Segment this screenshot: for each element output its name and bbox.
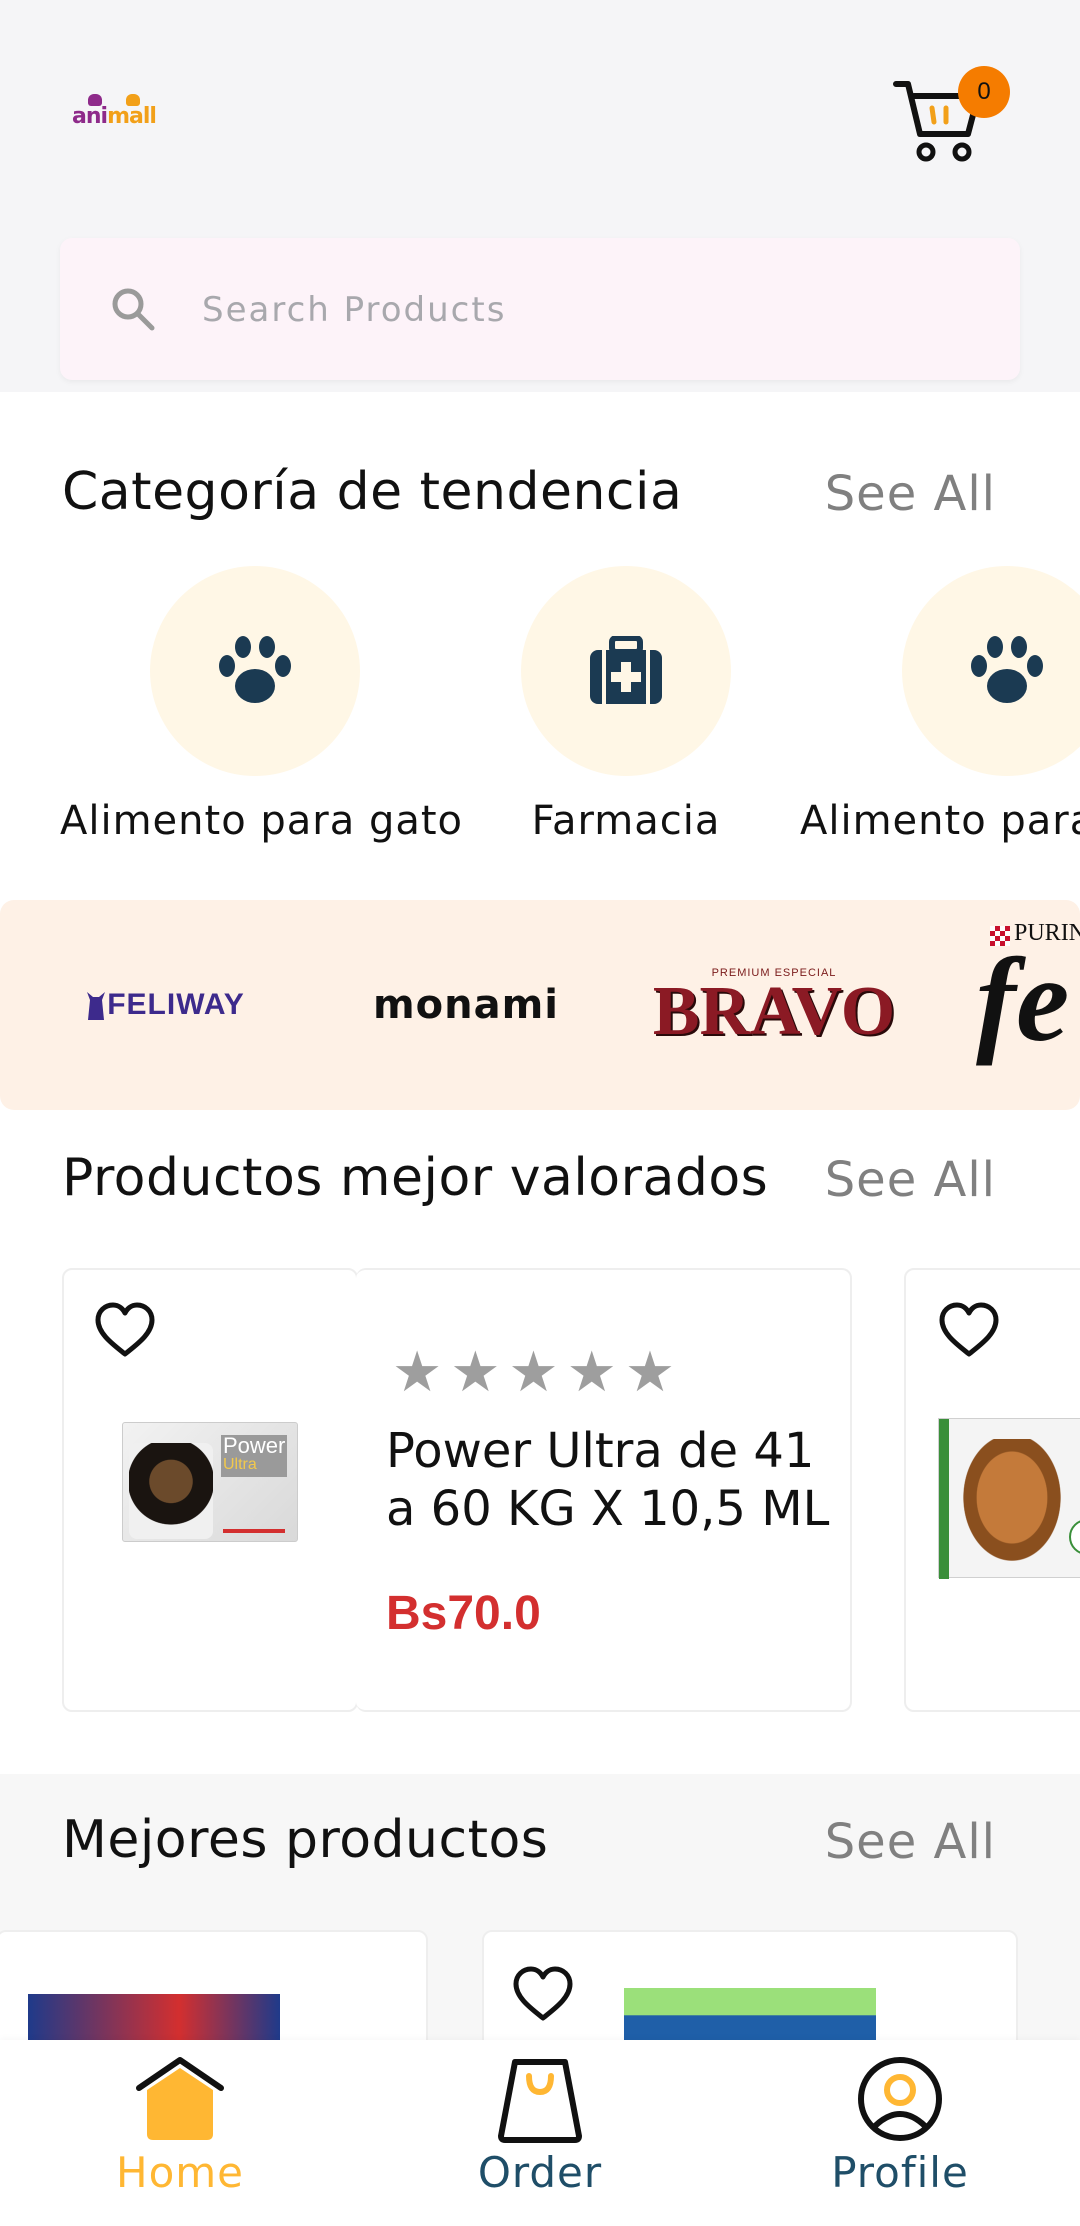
product-image-panel[interactable]: Power Ultra: [62, 1268, 358, 1712]
product-image-power-ultra: Power Ultra: [122, 1422, 298, 1542]
weight-badge: [1069, 1519, 1080, 1555]
favorite-heart-icon[interactable]: [512, 1966, 574, 2022]
brands-carousel[interactable]: FELIWAY monami PREMIUM ESPECIAL BRAVO PU…: [0, 900, 1080, 1110]
star-icon: ★: [566, 1340, 617, 1403]
favorite-heart-icon[interactable]: [938, 1302, 1000, 1358]
brand-feliway[interactable]: FELIWAY: [70, 900, 260, 1110]
product-card-power-ultra[interactable]: ★ ★ ★ ★ ★ Power Ultra de 41 a 60 KG X 10…: [356, 1268, 852, 1712]
product-image-dog-tablet: [624, 1988, 876, 2048]
best-products-title: Mejores productos: [62, 1810, 549, 1870]
dog-photo: [957, 1439, 1067, 1569]
cat-silhouette-icon: [87, 992, 106, 1020]
search-input[interactable]: [202, 280, 962, 340]
star-icon: ★: [392, 1340, 443, 1403]
shopping-bag-icon: [498, 2059, 582, 2143]
category-item-alimento-gato[interactable]: Alimento para gato: [60, 566, 464, 844]
category-item-farmacia[interactable]: Farmacia: [486, 566, 766, 844]
trending-see-all-link[interactable]: See All: [825, 466, 996, 522]
star-icon: ★: [450, 1340, 501, 1403]
product-image-dog-spot-on: [938, 1418, 1080, 1579]
product-card-next[interactable]: [904, 1268, 1080, 1712]
category-circle: [902, 566, 1080, 776]
category-label: Farmacia: [531, 798, 721, 844]
paw-icon: [219, 636, 291, 703]
star-icon: ★: [624, 1340, 676, 1403]
category-circle: [150, 566, 360, 776]
category-label: Alimento para gato: [60, 798, 464, 844]
animall-logo[interactable]: animall: [72, 94, 162, 136]
nav-home[interactable]: Home: [70, 2054, 290, 2224]
brand-monami[interactable]: monami: [366, 900, 566, 1110]
category-circle: [521, 566, 731, 776]
search-bar[interactable]: [60, 238, 1020, 380]
nav-label: Profile: [831, 2148, 969, 2197]
box-label: Power Ultra: [221, 1435, 287, 1477]
nav-label: Home: [115, 2148, 245, 2197]
nav-profile[interactable]: Profile: [790, 2054, 1010, 2224]
cart-button[interactable]: 0: [892, 66, 1010, 166]
top-rated-carousel[interactable]: Power Ultra ★ ★ ★ ★ ★ Power Ultra de 41 …: [62, 1268, 1080, 1712]
top-rated-title: Productos mejor valorados: [62, 1148, 769, 1208]
bottom-navigation: Home Order Profile: [0, 2040, 1080, 2226]
trending-category-title: Categoría de tendencia: [62, 462, 683, 522]
paw-icon: [971, 636, 1043, 703]
category-label: Alimento para: [800, 798, 1080, 844]
box-stripe: [939, 1419, 949, 1579]
profile-icon: [858, 2057, 942, 2141]
rating-stars: ★ ★ ★ ★ ★: [392, 1344, 675, 1400]
category-item-alimento-perro[interactable]: Alimento para: [800, 566, 1080, 844]
product-price: Bs70.0: [386, 1587, 541, 1640]
search-icon: [112, 288, 155, 331]
brand-bravo[interactable]: PREMIUM ESPECIAL BRAVO: [653, 900, 895, 1110]
logo-wordmark: animall: [72, 104, 157, 129]
header: animall 0: [0, 0, 1080, 392]
nav-label: Order: [477, 2148, 603, 2197]
cart-count-badge: 0: [958, 66, 1010, 118]
first-aid-kit-icon: [590, 636, 662, 704]
star-icon: ★: [508, 1340, 559, 1403]
product-name: Power Ultra de 41 a 60 KG X 10,5 ML: [386, 1423, 830, 1537]
box-stripe: [223, 1529, 285, 1533]
dog-photo: [129, 1443, 213, 1539]
home-icon: [136, 2057, 224, 2140]
best-products-see-all-link[interactable]: See All: [825, 1814, 996, 1870]
top-rated-see-all-link[interactable]: See All: [825, 1152, 996, 1208]
nav-order[interactable]: Order: [430, 2054, 650, 2224]
brand-felix[interactable]: PURINA fe: [976, 900, 1080, 1110]
favorite-heart-icon[interactable]: [94, 1302, 156, 1358]
